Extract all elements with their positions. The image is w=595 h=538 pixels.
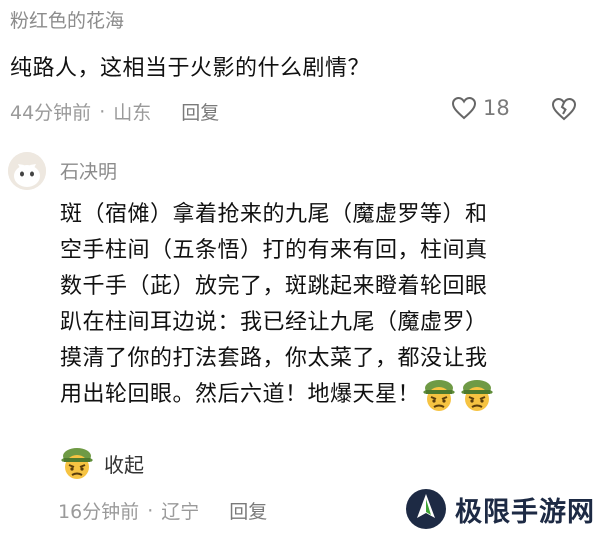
comment-time: 16分钟前 xyxy=(58,501,140,523)
heart-icon xyxy=(451,96,477,120)
soldier-emoji-icon xyxy=(61,448,93,479)
watermark-text: 极限手游网 xyxy=(455,496,595,528)
avatar[interactable] xyxy=(8,152,46,190)
comment-line: 斑（宿傩）拿着抢来的九尾（魔虚罗等）和 xyxy=(60,202,488,227)
comment-text: 斑（宿傩）拿着抢来的九尾（魔虚罗等）和 空手柱间（五条悟）打的有来有回，柱间真 … xyxy=(60,197,580,413)
comment-username[interactable]: 粉红色的花海 xyxy=(10,6,124,33)
comment-meta: 44分钟前 · 山东 回复 xyxy=(10,98,219,125)
comment-line: 空手柱间（五条悟）打的有来有回，柱间真 xyxy=(60,238,488,263)
meta-separator: · xyxy=(147,499,154,522)
comment-line: 数千手（茈）放完了，斑跳起来瞪着轮回眼 xyxy=(60,274,488,299)
collapse-label: 收起 xyxy=(104,452,144,477)
soldier-emoji-icon xyxy=(461,380,494,411)
comment-line-last: 用出轮回眼。然后六道！地爆天星！ xyxy=(60,377,580,413)
watermark: 极限手游网 xyxy=(405,488,595,530)
dislike-button[interactable] xyxy=(551,97,577,125)
like-count: 18 xyxy=(483,96,510,120)
comment-line-text: 用出轮回眼。然后六道！地爆天星！ xyxy=(60,382,421,407)
comment-location: 辽宁 xyxy=(161,501,200,523)
like-button[interactable]: 18 xyxy=(451,96,510,120)
reply-button[interactable]: 回复 xyxy=(229,497,267,524)
comment-username[interactable]: 石决明 xyxy=(60,157,117,184)
collapse-button[interactable]: 收起 xyxy=(58,446,144,480)
comment-text: 纯路人，这相当于火影的什么剧情？ xyxy=(10,56,371,81)
comment-line: 摸清了你的打法套路，你太菜了，都没让我 xyxy=(60,346,488,371)
reply-button[interactable]: 回复 xyxy=(181,98,219,125)
comment-location: 山东 xyxy=(113,102,152,124)
comment-line: 趴在柱间耳边说：我已经让九尾（魔虚罗） xyxy=(60,310,488,335)
soldier-emoji-icon xyxy=(423,380,456,411)
meta-separator: · xyxy=(99,100,106,123)
broken-heart-icon xyxy=(551,97,577,121)
brand-logo-icon xyxy=(406,489,446,529)
comment-time: 44分钟前 xyxy=(10,102,92,124)
comment-meta: 16分钟前 · 辽宁 回复 xyxy=(58,497,267,524)
